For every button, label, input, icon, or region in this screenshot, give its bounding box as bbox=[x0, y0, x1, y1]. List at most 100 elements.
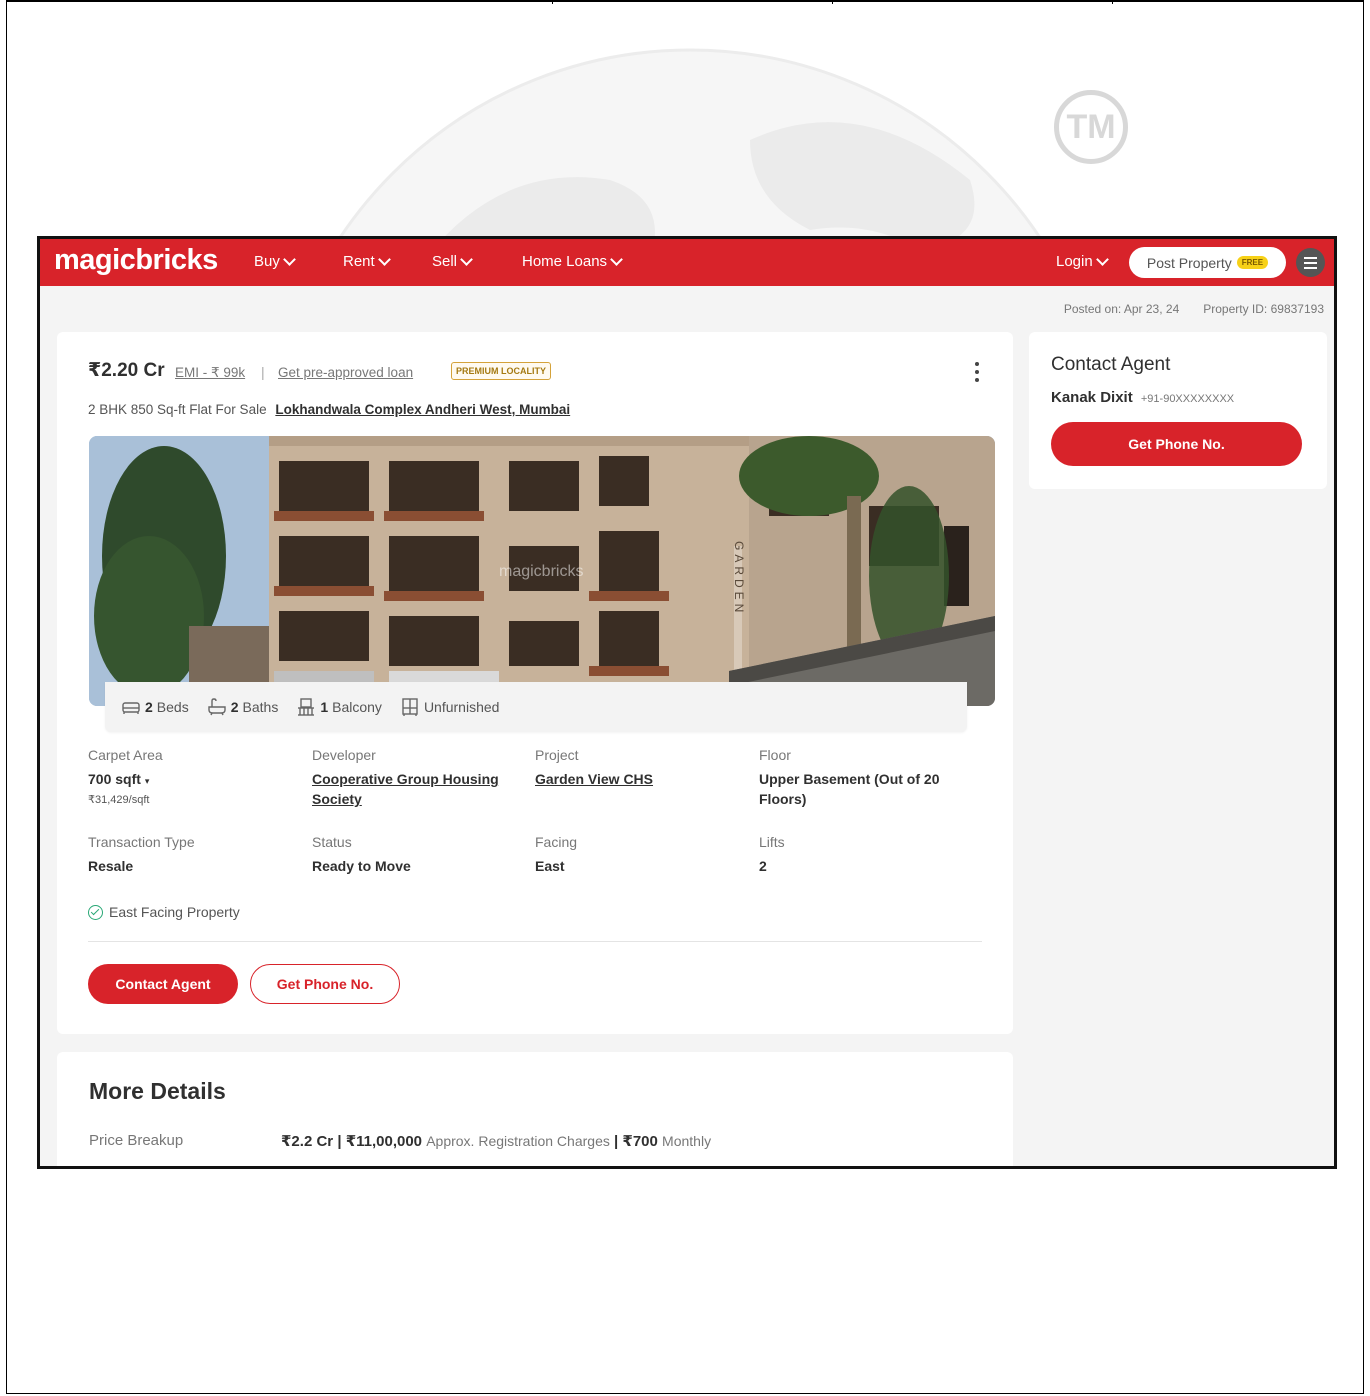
chevron-down-icon bbox=[1095, 253, 1109, 266]
nav-rent-label: Rent bbox=[343, 253, 375, 270]
furnishing-info: Unfurnished bbox=[400, 697, 499, 717]
posted-date: Posted on: Apr 23, 24 bbox=[1063, 302, 1180, 316]
trademark-mark: TM bbox=[1054, 90, 1128, 164]
separator: | bbox=[261, 364, 265, 380]
chevron-down-icon bbox=[460, 253, 473, 266]
agent-name: Kanak Dixit bbox=[1051, 389, 1133, 406]
carpet-area-label: Carpet Area bbox=[88, 747, 163, 763]
chevron-down-icon bbox=[610, 253, 623, 266]
login-menu[interactable]: Login bbox=[1056, 253, 1109, 270]
facing-value: East bbox=[535, 858, 565, 874]
registration-charges: ₹11,00,000 bbox=[345, 1133, 423, 1150]
project: Project Garden View CHS bbox=[535, 747, 745, 789]
facing-note-text: East Facing Property bbox=[109, 904, 240, 920]
beds-label: Beds bbox=[156, 699, 189, 715]
agent-info: Kanak Dixit +91-90XXXXXXXX bbox=[1051, 389, 1234, 406]
listing-card: ₹2.20 Cr EMI - ₹ 99k | Get pre-approved … bbox=[57, 332, 1013, 1034]
photo-sign: GARDEN bbox=[732, 541, 746, 616]
chevron-down-icon bbox=[377, 253, 391, 266]
more-details-card: More Details Price Breakup ₹2.2 Cr | ₹11… bbox=[57, 1052, 1013, 1166]
post-property-button[interactable]: Post Property FREE bbox=[1129, 247, 1286, 278]
price-breakup-value: ₹2.2 Cr | ₹11,00,000 Approx. Registratio… bbox=[281, 1132, 711, 1150]
more-options-icon[interactable] bbox=[972, 362, 982, 382]
balcony-info: 1 Balcony bbox=[296, 697, 382, 717]
breakup-pipe: | bbox=[614, 1133, 619, 1150]
hamburger-menu-icon[interactable] bbox=[1296, 248, 1325, 277]
nav-home-loans[interactable]: Home Loans bbox=[522, 253, 623, 270]
nav-home-loans-label: Home Loans bbox=[522, 253, 608, 270]
premium-locality-badge: PREMIUM LOCALITY bbox=[451, 362, 551, 380]
contact-agent-card: Contact Agent Kanak Dixit +91-90XXXXXXXX… bbox=[1029, 332, 1327, 489]
breakup-pipe: | bbox=[337, 1133, 342, 1150]
top-tick bbox=[1112, 0, 1113, 4]
facing-note: East Facing Property bbox=[88, 904, 240, 920]
nav-rent[interactable]: Rent bbox=[343, 253, 391, 270]
project-label: Project bbox=[535, 747, 579, 763]
lifts-value: 2 bbox=[759, 858, 767, 874]
emi-link[interactable]: EMI - ₹ 99k bbox=[175, 365, 245, 381]
maintenance-label: Monthly bbox=[662, 1133, 712, 1149]
baths-info: 2 Baths bbox=[207, 697, 279, 717]
carpet-area-value[interactable]: 700 sqft ▾ bbox=[88, 769, 288, 791]
top-navbar: magicbricks Buy Rent Sell Home Loans Log… bbox=[40, 239, 1334, 286]
amenities-bar: 2 Beds 2 Baths 1 Balcony Unfurnished bbox=[105, 682, 967, 732]
nav-buy[interactable]: Buy bbox=[254, 253, 296, 270]
nav-buy-label: Buy bbox=[254, 253, 280, 270]
check-circle-icon bbox=[88, 904, 103, 920]
agent-phone: +91-90XXXXXXXX bbox=[1140, 393, 1235, 405]
more-details-title: More Details bbox=[89, 1078, 226, 1104]
breakup-price: ₹2.2 Cr bbox=[281, 1133, 334, 1150]
divider bbox=[88, 941, 982, 942]
post-property-label: Post Property bbox=[1146, 254, 1232, 271]
chevron-down-icon bbox=[282, 253, 296, 266]
magicbricks-logo[interactable]: magicbricks bbox=[54, 244, 218, 277]
beds-info: 2 Beds bbox=[121, 697, 189, 717]
lifts-label: Lifts bbox=[759, 834, 785, 850]
top-rule bbox=[6, 0, 1364, 2]
nav-sell-label: Sell bbox=[432, 253, 458, 270]
status-value: Ready to Move bbox=[312, 858, 411, 874]
pre-approved-loan-link[interactable]: Get pre-approved loan bbox=[278, 365, 413, 380]
price-breakup-label: Price Breakup bbox=[89, 1132, 184, 1149]
developer-link[interactable]: Cooperative Group Housing Society bbox=[312, 769, 522, 809]
wardrobe-icon bbox=[402, 698, 418, 716]
beds-count: 2 bbox=[145, 699, 153, 715]
floor-value: Upper Basement (Out of 20 Floors) bbox=[759, 771, 940, 807]
location-link[interactable]: Lokhandwala Complex Andheri West, Mumbai bbox=[275, 402, 570, 417]
developer-label: Developer bbox=[312, 747, 376, 763]
balcony-count: 1 bbox=[320, 699, 329, 715]
baths-count: 2 bbox=[230, 699, 239, 715]
status: Status Ready to Move bbox=[312, 834, 512, 876]
status-label: Status bbox=[312, 834, 352, 850]
facing-label: Facing bbox=[535, 834, 578, 850]
transaction-type-value: Resale bbox=[88, 858, 134, 874]
contact-agent-title: Contact Agent bbox=[1051, 354, 1171, 375]
listing-type: 2 BHK 850 Sq-ft Flat For Sale bbox=[88, 402, 267, 417]
browser-screenshot: magicbricks Buy Rent Sell Home Loans Log… bbox=[37, 236, 1337, 1169]
bed-icon bbox=[122, 702, 140, 714]
free-badge: FREE bbox=[1236, 256, 1269, 269]
project-link[interactable]: Garden View CHS bbox=[535, 769, 745, 789]
nav-sell[interactable]: Sell bbox=[432, 253, 473, 270]
top-tick bbox=[832, 0, 833, 4]
login-label: Login bbox=[1056, 253, 1093, 270]
transaction-type-label: Transaction Type bbox=[88, 834, 195, 850]
balcony-icon bbox=[298, 698, 315, 716]
transaction-type: Transaction Type Resale bbox=[88, 834, 288, 876]
property-id: Property ID: 69837193 bbox=[1203, 302, 1324, 316]
get-phone-button[interactable]: Get Phone No. bbox=[250, 964, 400, 1004]
developer: Developer Cooperative Group Housing Soci… bbox=[312, 747, 522, 809]
sidebar-get-phone-button[interactable]: Get Phone No. bbox=[1051, 422, 1302, 466]
top-tick bbox=[552, 0, 553, 4]
listing-price: ₹2.20 Cr bbox=[88, 360, 165, 381]
registration-label: Approx. Registration Charges bbox=[426, 1133, 610, 1149]
baths-label: Baths bbox=[242, 699, 279, 715]
price-per-sqft: ₹31,429/sqft bbox=[88, 794, 150, 806]
listing-meta: Posted on: Apr 23, 24 Property ID: 69837… bbox=[1064, 302, 1324, 316]
contact-agent-button[interactable]: Contact Agent bbox=[88, 964, 238, 1004]
property-photo[interactable]: magicbricks GARDEN bbox=[89, 436, 995, 706]
lifts: Lifts 2 bbox=[759, 834, 959, 876]
bathtub-icon bbox=[208, 698, 226, 716]
facing: Facing East bbox=[535, 834, 735, 876]
floor: Floor Upper Basement (Out of 20 Floors) bbox=[759, 747, 969, 809]
